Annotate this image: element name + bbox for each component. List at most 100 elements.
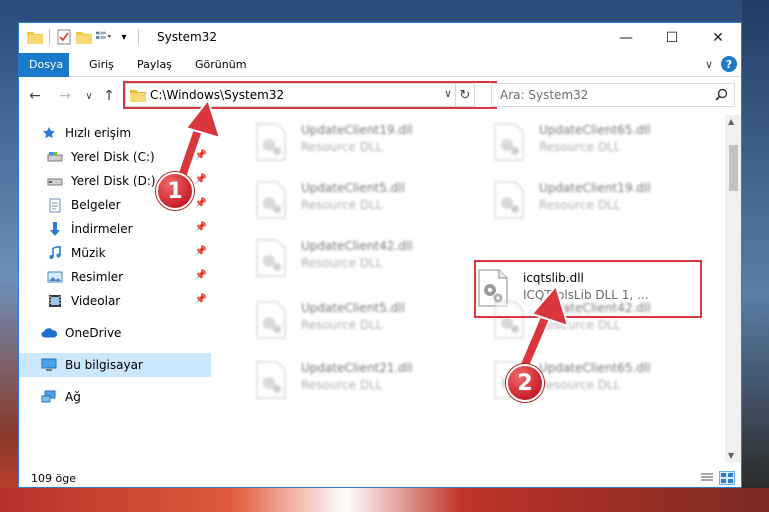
sidebar-item-quick-access[interactable]: Hızlı erişim [19,121,211,145]
file-item[interactable]: UpdateClient42.dll Resource DLL [237,233,467,281]
drive-icon [47,173,63,189]
back-button[interactable]: ← [25,87,45,105]
item-count: 109 öge [31,472,76,485]
address-highlight-box [123,81,497,109]
expand-ribbon-icon[interactable]: ∨ [705,58,713,71]
forward-button[interactable]: → [55,87,75,105]
desktop-background-bottom [0,488,769,512]
sidebar-item-downloads[interactable]: İndirmeler 📌 [19,217,211,241]
tab-home[interactable]: Giriş [79,53,124,77]
close-button[interactable]: ✕ [695,23,741,53]
pictures-icon [47,269,63,285]
sidebar-item-label: Yerel Disk (C:) [71,150,155,164]
scroll-up-icon[interactable]: ▲ [728,117,734,126]
toolbar-separator [49,29,50,45]
tab-file[interactable]: Dosya [19,53,69,77]
file-explorer-window: ▾ System32 — ☐ ✕ Dosya Giriş Paylaş Görü… [18,22,742,488]
sidebar-item-label: OneDrive [65,326,122,340]
desktop-background-right [742,0,769,488]
toolbar-separator [138,29,139,45]
sidebar-item-local-disk-c[interactable]: Yerel Disk (C:) 📌 [19,145,211,169]
tiles-view-icon[interactable] [719,471,735,485]
drive-icon [47,149,63,165]
up-button[interactable]: ↑ [99,87,119,105]
network-icon [41,389,57,405]
sidebar-item-onedrive[interactable]: OneDrive [19,321,211,345]
file-description: Resource DLL [301,140,383,154]
sidebar-item-videos[interactable]: Videolar 📌 [19,289,211,313]
search-icon[interactable] [715,88,728,105]
file-item[interactable]: UpdateClient19.dll Resource DLL [237,117,467,165]
sidebar-item-pictures[interactable]: Resimler 📌 [19,265,211,289]
dropdown-icon[interactable]: ▾ [116,29,132,45]
sidebar-item-label: Yerel Disk (D:) [71,174,156,188]
file-description: Resource DLL [539,378,621,392]
file-name: UpdateClient21.dll [301,361,413,375]
cloud-icon [41,325,57,341]
maximize-button[interactable]: ☐ [649,23,695,53]
file-description: Resource DLL [301,256,383,270]
file-name: UpdateClient42.dll [301,239,413,253]
file-description: Resource DLL [301,318,383,332]
properties-icon[interactable] [56,29,72,45]
scrollbar-thumb[interactable] [729,145,738,191]
file-description: Resource DLL [301,198,383,212]
file-highlight-box [474,260,702,318]
sidebar-item-label: Bu bilgisayar [65,358,143,372]
sidebar-item-music[interactable]: Müzik 📌 [19,241,211,265]
sidebar-item-this-pc[interactable]: Bu bilgisayar [19,353,211,377]
sidebar-item-label: Hızlı erişim [65,126,132,140]
file-name: UpdateClient65.dll [539,361,651,375]
vertical-scrollbar[interactable]: ▲ ▼ [725,115,741,463]
new-folder-icon[interactable] [76,29,92,45]
file-item[interactable]: UpdateClient5.dll Resource DLL [237,295,467,343]
step-2-badge: 2 [506,364,544,402]
sidebar-item-label: Ağ [65,390,81,404]
file-item[interactable]: UpdateClient21.dll Resource DLL [237,355,467,403]
file-item[interactable]: UpdateClient19.dll Resource DLL [475,175,705,223]
file-name: UpdateClient19.dll [539,181,651,195]
ribbon-right-controls: ∨ ? [705,56,737,72]
tab-view[interactable]: Görünüm [185,53,256,77]
customize-toolbar-icon[interactable] [96,29,112,45]
pin-icon: 📌 [194,150,207,161]
file-description: Resource DLL [539,198,621,212]
pin-icon: 📌 [194,270,207,281]
recent-locations-button[interactable]: ∨ [79,87,99,105]
file-item[interactable]: UpdateClient5.dll Resource DLL [237,175,467,223]
star-icon [41,125,57,141]
file-description: Resource DLL [539,318,621,332]
navigation-pane: Hızlı erişim Yerel Disk (C:) 📌 Yerel Dis… [19,115,211,463]
download-icon [47,221,63,237]
pin-icon: 📌 [194,174,207,185]
document-icon [47,197,63,213]
dll-file-icon [494,181,524,219]
sidebar-item-label: Müzik [71,246,106,260]
search-box[interactable]: Ara: System32 [491,83,735,107]
pin-icon: 📌 [194,222,207,233]
dll-file-icon [256,301,286,339]
search-input[interactable]: Ara: System32 [500,88,588,102]
music-icon [47,245,63,261]
window-title: System32 [157,30,218,44]
dll-file-icon [256,361,286,399]
scroll-down-icon[interactable]: ▼ [728,451,734,460]
pin-icon: 📌 [194,198,207,209]
ribbon-tabs: Dosya Giriş Paylaş Görünüm ∨ ? [19,53,741,77]
details-view-icon[interactable] [699,471,715,485]
minimize-button[interactable]: — [603,23,649,53]
dll-file-icon [256,239,286,277]
tab-share[interactable]: Paylaş [127,53,182,77]
window-controls: — ☐ ✕ [603,23,741,53]
status-bar: 109 öge [19,467,741,487]
sidebar-item-label: İndirmeler [71,222,133,236]
dll-file-icon [494,123,524,161]
sidebar-item-network[interactable]: Ağ [19,385,211,409]
file-description: Resource DLL [301,378,383,392]
help-icon[interactable]: ? [721,56,737,72]
pin-icon: 📌 [194,246,207,257]
folder-icon[interactable] [27,29,43,45]
file-name: UpdateClient5.dll [301,301,405,315]
sidebar-item-label: Videolar [71,294,121,308]
file-item[interactable]: UpdateClient65.dll Resource DLL [475,117,705,165]
